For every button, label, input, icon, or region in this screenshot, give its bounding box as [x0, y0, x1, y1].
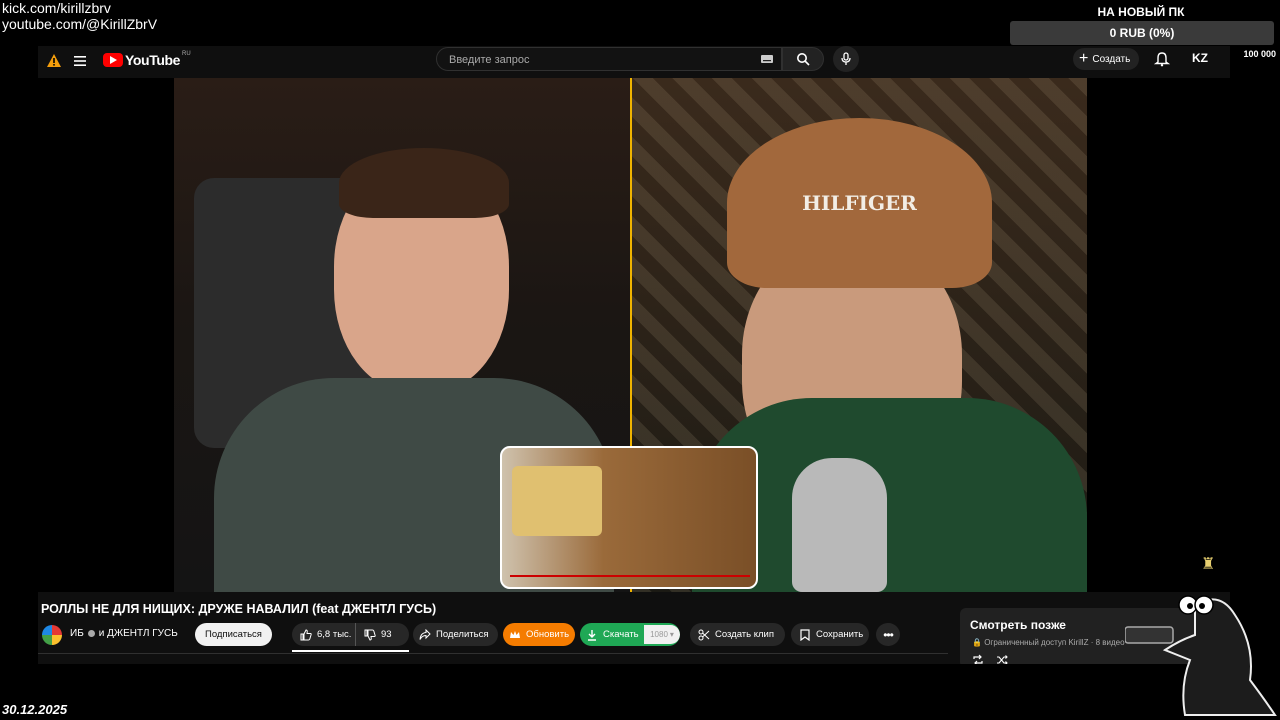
- watch-later-title[interactable]: Смотреть позже: [970, 618, 1066, 632]
- video-title: РОЛЛЫ НЕ ДЛЯ НИЩИХ: ДРУЖЕ НАВАЛИЛ (feat …: [41, 602, 437, 616]
- channel-names[interactable]: ИБ и ДЖЕНТЛ ГУСЬ: [70, 628, 178, 639]
- update-label: Обновить: [526, 629, 570, 640]
- share-label: Поделиться: [436, 629, 489, 640]
- access-label: Ограниченный доступ: [984, 638, 1067, 647]
- video-player[interactable]: HILFIGER ♜: [38, 78, 1230, 592]
- plus-icon: +: [1079, 50, 1089, 67]
- download-icon: [588, 629, 596, 641]
- like-count: 6,8 тыс.: [317, 629, 352, 640]
- left-person-hair: [339, 148, 509, 218]
- video-frame[interactable]: HILFIGER: [174, 78, 1087, 592]
- thumbs-down-icon: [364, 629, 376, 641]
- download-button[interactable]: Скачать 1080 ▾: [580, 623, 680, 646]
- clip-food-box: [512, 466, 602, 536]
- search-icon: [797, 53, 810, 66]
- download-label: Скачать: [603, 629, 639, 640]
- lock-icon: 🔒: [972, 638, 982, 647]
- youtube-logo-text: YouTube: [125, 52, 181, 68]
- section-divider: [38, 653, 948, 654]
- microphone: [792, 458, 887, 592]
- country-code: RU: [182, 51, 191, 57]
- warning-icon[interactable]: [46, 53, 62, 69]
- crow-mascot: [1125, 595, 1277, 716]
- search-box: [436, 47, 782, 72]
- menu-icon[interactable]: [72, 53, 88, 69]
- quality-value: 1080: [650, 630, 668, 639]
- playlist-count: 8 видео: [1095, 638, 1125, 647]
- thumbs-up-icon: [300, 628, 312, 640]
- shuffle-icon[interactable]: [996, 654, 1008, 664]
- channel-secondary-name[interactable]: и ДЖЕНТЛ ГУСЬ: [99, 628, 178, 639]
- subscribe-button[interactable]: Подписаться: [195, 623, 272, 646]
- stream-date: 30.12.2025: [2, 702, 68, 717]
- donation-goal-progress: 0 RUB (0%): [1010, 21, 1274, 45]
- cap-text: HILFIGER: [802, 191, 917, 215]
- youtube-channel-link: youtube.com/@KirillZbrV: [2, 16, 158, 32]
- youtube-logo[interactable]: YouTube RU: [103, 51, 191, 68]
- dislike-button[interactable]: 93: [356, 623, 392, 646]
- account-avatar[interactable]: KZ: [1192, 51, 1208, 65]
- masthead: YouTube RU + Создать KZ: [38, 46, 1230, 76]
- quality-select[interactable]: 1080 ▾: [644, 625, 680, 644]
- create-label: Создать: [1092, 53, 1131, 65]
- scissors-icon: [698, 629, 710, 640]
- clip-progress-bar[interactable]: [510, 575, 750, 577]
- search-input[interactable]: [447, 48, 751, 72]
- like-underline: [292, 650, 409, 652]
- more-icon: •••: [883, 627, 894, 642]
- kick-link: kick.com/kirillzbrv: [2, 0, 111, 16]
- baseball-cap: HILFIGER: [727, 118, 992, 288]
- bookmark-icon: [800, 628, 810, 641]
- channel-avatar[interactable]: [42, 625, 62, 645]
- donation-goal-progress-text: 0 RUB (0%): [1109, 26, 1175, 40]
- crown-icon: [510, 630, 520, 638]
- loop-icon[interactable]: [972, 654, 984, 664]
- search-button[interactable]: [782, 47, 824, 71]
- video-actions-bar: ИБ и ДЖЕНТЛ ГУСЬ Подписаться 6,8 тыс. 93…: [38, 623, 938, 652]
- clip-button[interactable]: Создать клип: [690, 623, 785, 646]
- channel-watermark-icon: ♜: [1201, 556, 1216, 573]
- youtube-window: YouTube RU + Создать KZ: [38, 46, 1230, 664]
- chevron-down-icon: ▾: [669, 630, 674, 639]
- microphone-icon: [841, 52, 851, 65]
- bell-icon[interactable]: [1154, 51, 1170, 67]
- channel-primary-name[interactable]: ИБ: [70, 628, 84, 639]
- clip-label: Создать клип: [715, 629, 774, 640]
- voice-search-button[interactable]: [833, 46, 859, 72]
- verified-icon: [87, 630, 95, 637]
- watch-later-meta: 🔒 Ограниченный доступ KirillZ · 8 видео: [972, 638, 1125, 647]
- like-button[interactable]: 6,8 тыс.: [292, 623, 356, 646]
- like-dislike-group: 6,8 тыс. 93: [292, 623, 409, 646]
- save-button[interactable]: Сохранить: [791, 623, 869, 646]
- donation-goal-max: 100 000: [1243, 49, 1276, 59]
- more-actions-button[interactable]: •••: [876, 623, 900, 646]
- create-button[interactable]: + Создать: [1073, 48, 1140, 70]
- update-button[interactable]: Обновить: [503, 623, 575, 646]
- share-icon: [419, 628, 431, 640]
- save-label: Сохранить: [816, 629, 864, 640]
- keyboard-icon[interactable]: [761, 55, 773, 63]
- share-button[interactable]: Поделиться: [413, 623, 498, 646]
- picture-in-picture-clip[interactable]: [500, 446, 758, 589]
- youtube-play-icon: [103, 53, 123, 67]
- playlist-owner: KirillZ: [1068, 638, 1089, 647]
- dislike-count: 93: [381, 629, 392, 640]
- donation-goal-title: НА НОВЫЙ ПК: [1097, 5, 1185, 19]
